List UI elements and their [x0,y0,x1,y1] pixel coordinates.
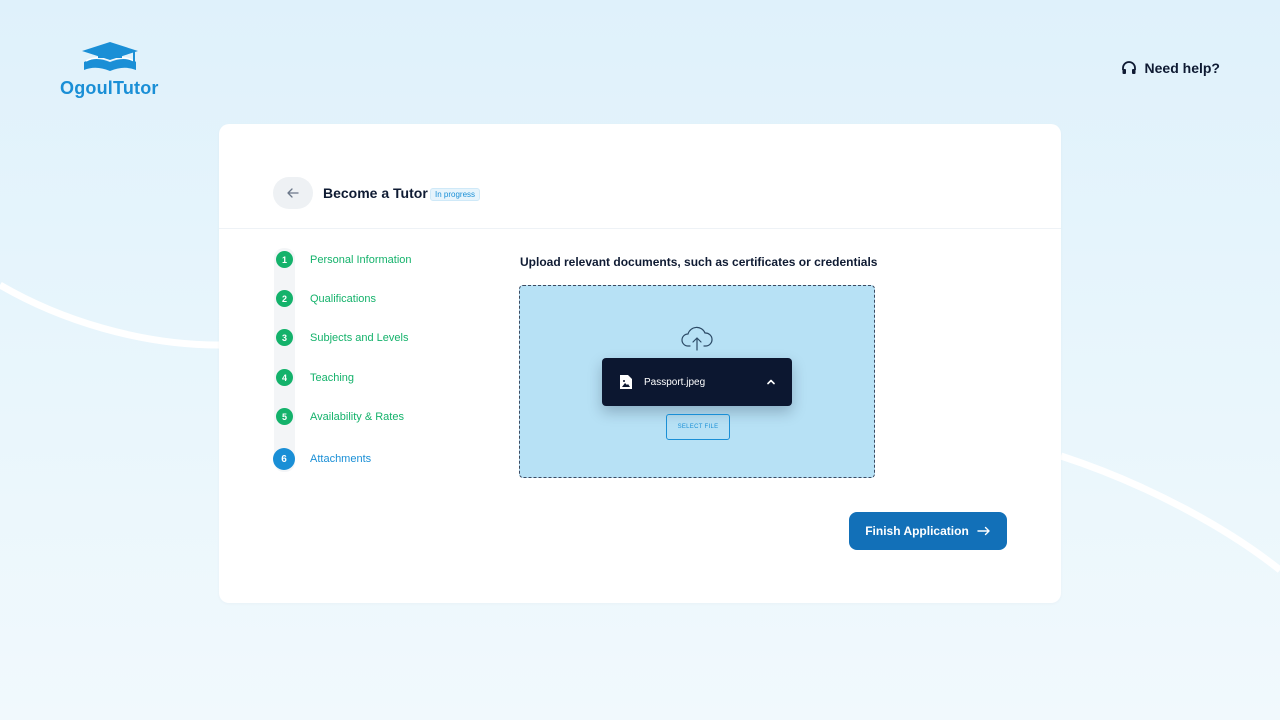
image-file-icon [620,375,632,389]
cloud-upload-icon [681,326,713,351]
file-name: Passport.jpeg [644,376,706,388]
page-title: Become a Tutor [323,185,428,201]
brand-name: OgoulTutor [60,78,159,98]
step-availability-rates[interactable]: 5 Availability & Rates [274,408,404,425]
chevron-up-icon[interactable] [766,377,776,387]
step-number: 5 [276,408,293,425]
step-number: 6 [273,448,295,470]
header-divider [219,228,1061,229]
step-label: Subjects and Levels [310,331,409,344]
application-card: Become a Tutor In progress 1 Personal In… [219,124,1061,603]
step-qualifications[interactable]: 2 Qualifications [274,290,376,307]
step-number: 1 [276,251,293,268]
upload-title: Upload relevant documents, such as certi… [520,255,878,269]
arrow-right-icon [977,526,990,536]
step-label: Qualifications [310,292,377,305]
arrow-left-icon [287,188,299,198]
select-file-button[interactable]: SELECT FILE [666,414,730,440]
step-label: Teaching [310,371,355,384]
need-help-label: Need help? [1144,60,1220,76]
step-personal-information[interactable]: 1 Personal Information [274,251,412,268]
step-label: Personal Information [310,253,412,266]
headset-icon [1121,61,1136,74]
back-button[interactable] [273,177,313,209]
step-subjects-and-levels[interactable]: 3 Subjects and Levels [274,329,408,346]
step-label: Attachments [310,453,372,465]
finish-application-button[interactable]: Finish Application [849,512,1007,550]
file-dropzone[interactable]: Passport.jpeg SELECT FILE [519,285,875,478]
step-number: 2 [276,290,293,307]
step-number: 4 [276,369,293,386]
step-teaching[interactable]: 4 Teaching [274,369,354,386]
stepper-rail [274,248,295,472]
finish-application-label: Finish Application [865,524,969,538]
brand-logo[interactable]: OgoulTutor [60,40,170,100]
uploaded-file-item[interactable]: Passport.jpeg [602,358,792,406]
step-label: Availability & Rates [310,410,404,423]
step-number: 3 [276,329,293,346]
graduation-cap-icon [82,42,138,71]
status-badge: In progress [430,188,481,201]
step-attachments[interactable]: 6 Attachments [273,448,372,470]
need-help-link[interactable]: Need help? [1121,60,1220,76]
